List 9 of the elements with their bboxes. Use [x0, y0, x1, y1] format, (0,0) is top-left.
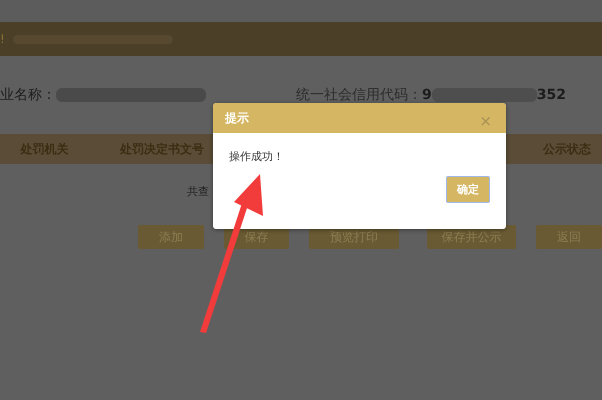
- company-name-label: 业名称：: [0, 86, 56, 104]
- result-count: 共查: [187, 184, 209, 199]
- close-button[interactable]: ×: [479, 112, 492, 130]
- dialog-title: 提示: [225, 110, 249, 126]
- credit-code-start: 9: [422, 87, 432, 103]
- notice-mark: !: [0, 32, 5, 46]
- confirm-button[interactable]: 确定: [446, 176, 490, 203]
- dialog-message: 操作成功！: [229, 150, 284, 163]
- credit-code-end: 352: [536, 87, 566, 103]
